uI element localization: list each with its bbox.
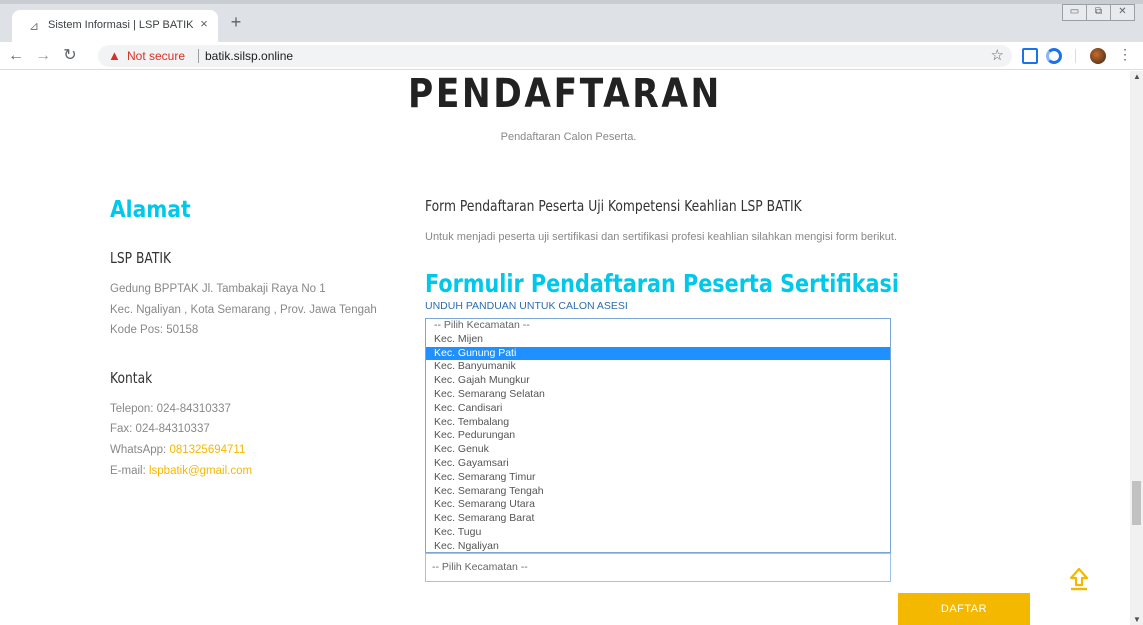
kecamatan-option[interactable]: Kec. Ngaliyan — [426, 540, 890, 552]
address-line: Gedung BPPTAK Jl. Tambakaji Raya No 1 — [110, 283, 326, 295]
kecamatan-option[interactable]: Kec. Gunung Pati — [426, 346, 890, 361]
kecamatan-option[interactable]: Kec. Semarang Barat — [426, 512, 890, 526]
scrollbar-thumb[interactable] — [1132, 481, 1141, 525]
kecamatan-option[interactable]: Kec. Semarang Timur — [426, 471, 890, 485]
browser-tab-bar: ⊿ Sistem Informasi | LSP BATIK × + ▭ ⧉ ✕ — [0, 0, 1143, 42]
fax-text: Fax: 024-84310337 — [110, 423, 210, 435]
email-row: E-mail: lspbatik@gmail.com — [110, 465, 252, 477]
security-status[interactable]: Not secure — [127, 49, 185, 63]
window-top-border — [0, 0, 1143, 4]
formulir-heading: Formulir Pendaftaran Peserta Sertifikasi — [425, 269, 900, 298]
whatsapp-link[interactable]: 081325694711 — [169, 444, 245, 456]
page-scrollbar[interactable]: ▲ ▼ — [1130, 71, 1143, 625]
page-viewport: PENDAFTARAN Pendaftaran Calon Peserta. A… — [0, 71, 1130, 625]
kecamatan-dropdown-list[interactable]: -- Pilih Kecamatan -- Kec. Mijen Kec. Gun… — [425, 318, 891, 553]
kecamatan-option[interactable]: Kec. Semarang Selatan — [426, 388, 890, 402]
alamat-heading: Alamat — [110, 197, 191, 223]
kecamatan-option[interactable]: Kec. Tugu — [426, 526, 890, 540]
scroll-to-top-icon[interactable] — [1068, 567, 1090, 591]
email-label: E-mail: — [110, 465, 149, 477]
url-text[interactable]: batik.silsp.online — [205, 49, 293, 63]
kecamatan-option[interactable]: Kec. Tembalang — [426, 416, 890, 430]
kecamatan-option[interactable]: Kec. Gayamsari — [426, 457, 890, 471]
extension-circle-icon[interactable] — [1046, 48, 1062, 64]
kecamatan-option[interactable]: Kec. Pedurungan — [426, 429, 890, 443]
kecamatan-option[interactable]: Kec. Semarang Utara — [426, 498, 890, 512]
tab-title: Sistem Informasi | LSP BATIK — [48, 19, 194, 31]
address-bar[interactable]: ▲ Not secure batik.silsp.online ☆ — [98, 45, 1012, 67]
address-line: Kec. Ngaliyan , Kota Semarang , Prov. Ja… — [110, 304, 377, 316]
dropdown-placeholder-option[interactable]: -- Pilih Kecamatan -- — [426, 319, 890, 333]
window-controls: ▭ ⧉ ✕ — [1062, 4, 1135, 21]
whatsapp-label: WhatsApp: — [110, 444, 170, 456]
scroll-up-arrow-icon[interactable]: ▲ — [1133, 72, 1141, 81]
kecamatan-option[interactable]: Kec. Mijen — [426, 333, 890, 347]
warning-triangle-icon[interactable]: ▲ — [108, 48, 121, 64]
kecamatan-select[interactable]: -- Pilih Kecamatan -- — [425, 553, 891, 582]
postal-code: Kode Pos: 50158 — [110, 324, 199, 336]
page-title: PENDAFTARAN — [408, 71, 722, 117]
browser-toolbar: ← → ↻ ▲ Not secure batik.silsp.online ☆ … — [0, 42, 1143, 70]
whatsapp-row: WhatsApp: 081325694711 — [110, 444, 245, 456]
bookmark-star-icon[interactable]: ☆ — [991, 47, 1004, 65]
download-guide-link[interactable]: UNDUH PANDUAN UNTUK CALON ASESI — [425, 300, 628, 312]
kontak-heading: Kontak — [110, 369, 153, 387]
extension-s-icon[interactable] — [1022, 48, 1038, 64]
site-favicon-icon: ⊿ — [29, 19, 40, 33]
reload-icon[interactable]: ↻ — [60, 46, 80, 66]
kecamatan-option[interactable]: Kec. Candisari — [426, 402, 890, 416]
kecamatan-option[interactable]: Kec. Semarang Tengah — [426, 485, 890, 499]
browser-tab[interactable]: ⊿ Sistem Informasi | LSP BATIK × — [12, 10, 218, 42]
close-window-icon[interactable]: ✕ — [1110, 4, 1135, 21]
tab-close-icon[interactable]: × — [196, 16, 212, 32]
org-name: LSP BATIK — [110, 249, 172, 267]
page-subtitle: Pendaftaran Calon Peserta. — [500, 131, 637, 143]
email-link[interactable]: lspbatik@gmail.com — [149, 465, 252, 477]
form-title: Form Pendaftaran Peserta Uji Kompetensi … — [425, 197, 802, 215]
toolbar-separator — [1075, 49, 1076, 63]
forward-arrow-icon[interactable]: → — [33, 46, 53, 66]
scroll-down-arrow-icon[interactable]: ▼ — [1133, 615, 1141, 624]
form-description: Untuk menjadi peserta uji sertifikasi da… — [425, 231, 897, 243]
telepon-text: Telepon: 024-84310337 — [110, 403, 231, 415]
profile-avatar[interactable] — [1090, 48, 1106, 64]
new-tab-button[interactable]: + — [226, 13, 246, 33]
browser-menu-icon[interactable]: ⋮ — [1118, 46, 1132, 63]
kecamatan-option[interactable]: Kec. Genuk — [426, 443, 890, 457]
kecamatan-option[interactable]: Kec. Banyumanik — [426, 360, 890, 374]
restore-icon[interactable]: ⧉ — [1086, 4, 1111, 21]
kecamatan-option[interactable]: Kec. Gajah Mungkur — [426, 374, 890, 388]
address-separator — [198, 49, 199, 63]
back-arrow-icon[interactable]: ← — [6, 46, 26, 66]
daftar-button[interactable]: DAFTAR — [898, 593, 1030, 625]
minimize-icon[interactable]: ▭ — [1062, 4, 1087, 21]
